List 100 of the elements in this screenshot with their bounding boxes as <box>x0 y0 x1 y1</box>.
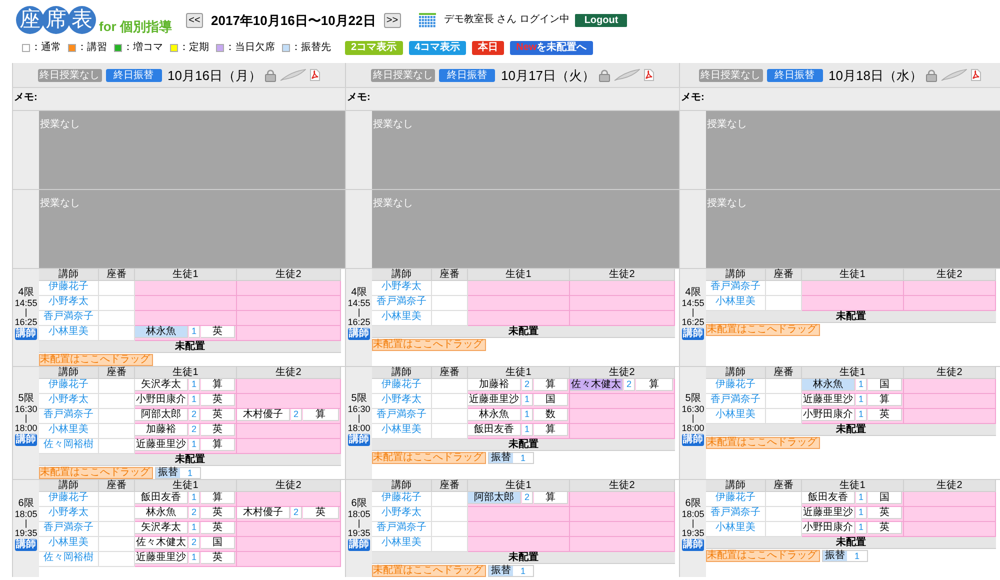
no-class-all-day-button[interactable]: 終日授業なし <box>698 68 763 82</box>
no-class-all-day-button[interactable]: 終日授業なし <box>38 68 102 82</box>
time-separator: | <box>24 414 28 422</box>
transfer-chip[interactable]: 振替 1 <box>822 550 868 562</box>
student-name[interactable]: 林永魚 <box>468 409 521 421</box>
lock-icon[interactable] <box>926 68 938 82</box>
teacher-name-link[interactable]: 小林里美 <box>382 424 422 436</box>
teacher-button[interactable]: 講師 <box>15 328 37 340</box>
student-name[interactable]: 林永魚 <box>135 326 188 338</box>
student-name[interactable]: 矢沢孝太 <box>135 522 188 534</box>
teacher-name-link[interactable]: 佐々岡裕樹 <box>44 552 94 564</box>
pdf-icon[interactable] <box>644 69 654 81</box>
previous-week-button[interactable]: << <box>186 12 203 28</box>
teacher-name-link[interactable]: 小野孝太 <box>382 394 422 406</box>
teacher-name-link[interactable]: 香戸満奈子 <box>710 507 760 519</box>
student-name[interactable]: 飯田友香 <box>802 492 855 504</box>
teacher-button[interactable]: 講師 <box>682 539 704 551</box>
teacher-name-link[interactable]: 伊藤花子 <box>382 379 422 391</box>
teacher-name-link[interactable]: 小野孝太 <box>48 296 88 308</box>
teacher-name-link[interactable]: 小林里美 <box>382 537 422 549</box>
view-button[interactable]: Newを未配置へ <box>510 41 593 55</box>
all-day-transfer-button[interactable]: 終日振替 <box>766 68 823 82</box>
teacher-name-link[interactable]: 香戸満奈子 <box>376 296 426 308</box>
transfer-chip[interactable]: 振替 1 <box>488 565 534 577</box>
teacher-name-link[interactable]: 小林里美 <box>48 326 88 338</box>
teacher-name-link[interactable]: 小野孝太 <box>48 394 88 406</box>
student-name[interactable]: 小野田康介 <box>802 522 855 534</box>
teacher-button[interactable]: 講師 <box>15 539 37 551</box>
teacher-name-link[interactable]: 香戸満奈子 <box>44 311 94 323</box>
teacher-name-link[interactable]: 香戸満奈子 <box>44 522 94 534</box>
logout-button[interactable]: Logout <box>575 14 628 26</box>
teacher-name-link[interactable]: 香戸満奈子 <box>44 409 94 421</box>
student-name[interactable]: 矢沢孝太 <box>135 379 188 391</box>
teacher-name-link[interactable]: 伊藤花子 <box>716 379 756 391</box>
pdf-icon[interactable] <box>971 69 982 81</box>
teacher-name-link[interactable]: 伊藤花子 <box>48 281 88 293</box>
view-button[interactable]: 本日 <box>472 41 504 55</box>
teacher-name-link[interactable]: 小林里美 <box>382 311 422 323</box>
column-header: 講師 <box>372 480 432 492</box>
student-name[interactable]: 木村優子 <box>237 409 290 421</box>
teacher-name-link[interactable]: 小野孝太 <box>48 507 88 519</box>
teacher-button[interactable]: 講師 <box>348 434 370 446</box>
student-name[interactable]: 小野田康介 <box>802 409 855 421</box>
legend-label: ：定期 <box>179 42 209 54</box>
student-name[interactable]: 佐々木健太 <box>570 379 623 391</box>
teacher-name-link[interactable]: 伊藤花子 <box>716 492 756 504</box>
teacher-name-link[interactable]: 小林里美 <box>716 409 756 421</box>
student-name[interactable]: 近藤亜里沙 <box>802 394 855 406</box>
teacher-button[interactable]: 講師 <box>348 539 370 551</box>
student-name[interactable]: 加藤裕 <box>135 424 188 436</box>
student-name[interactable]: 阿部太郎 <box>468 492 521 504</box>
no-class-all-day-button[interactable]: 終日授業なし <box>371 68 436 82</box>
teacher-button[interactable]: 講師 <box>682 328 704 340</box>
teacher-name-link[interactable]: 佐々岡裕樹 <box>44 439 94 451</box>
teacher-button[interactable]: 講師 <box>348 328 370 340</box>
lesson-count: 1 <box>522 394 533 406</box>
teacher-name-link[interactable]: 小野孝太 <box>382 507 422 519</box>
lock-icon[interactable] <box>265 68 276 82</box>
teacher-name-link[interactable]: 伊藤花子 <box>48 492 88 504</box>
all-day-transfer-button[interactable]: 終日振替 <box>439 68 496 82</box>
teacher-name-link[interactable]: 小林里美 <box>716 522 756 534</box>
student-name[interactable]: 木村優子 <box>237 507 290 519</box>
column-header: 座番 <box>99 367 135 379</box>
student-name[interactable]: 飯田友香 <box>135 492 188 504</box>
student-name[interactable]: 林永魚 <box>135 507 188 519</box>
teacher-button[interactable]: 講師 <box>682 434 704 446</box>
end-time: 18:00 <box>682 422 704 432</box>
teacher-name-link[interactable]: 香戸満奈子 <box>710 394 760 406</box>
teacher-name-link[interactable]: 小野孝太 <box>382 281 422 293</box>
subject-label: 算 <box>201 492 235 504</box>
transfer-chip[interactable]: 振替 1 <box>155 467 201 479</box>
teacher-name-link[interactable]: 小林里美 <box>48 537 88 549</box>
drop-zone: 未配置はここへドラッグ <box>706 437 820 449</box>
all-day-transfer-button[interactable]: 終日振替 <box>106 68 162 82</box>
student-name[interactable]: 近藤亜里沙 <box>135 552 188 564</box>
view-button[interactable]: 4コマ表示 <box>408 41 466 55</box>
student-name[interactable]: 阿部太郎 <box>135 409 188 421</box>
student-name[interactable]: 佐々木健太 <box>135 537 188 549</box>
teacher-name-link[interactable]: 香戸満奈子 <box>710 281 760 293</box>
teacher-name-link[interactable]: 香戸満奈子 <box>376 409 426 421</box>
pdf-icon[interactable] <box>310 69 320 81</box>
student-name[interactable]: 近藤亜里沙 <box>468 394 521 406</box>
student-name[interactable]: 林永魚 <box>802 379 855 391</box>
teacher-name-link[interactable]: 伊藤花子 <box>48 379 88 391</box>
teacher-name-link[interactable]: 小林里美 <box>716 296 756 308</box>
teacher-name-link[interactable]: 伊藤花子 <box>382 492 422 504</box>
lock-icon[interactable] <box>598 68 610 82</box>
teacher-name-link[interactable]: 香戸満奈子 <box>376 522 426 534</box>
student-name[interactable]: 近藤亜里沙 <box>135 439 188 451</box>
calendar-icon[interactable] <box>418 12 436 28</box>
next-week-button[interactable]: >> <box>384 12 401 28</box>
student-name[interactable]: 加藤裕 <box>468 379 521 391</box>
teacher-name-link[interactable]: 小林里美 <box>48 424 88 436</box>
transfer-chip[interactable]: 振替 1 <box>488 452 534 464</box>
end-time: 16:25 <box>682 317 704 327</box>
lesson-count: 2 <box>624 379 635 391</box>
student-name[interactable]: 飯田友香 <box>468 424 521 436</box>
teacher-button[interactable]: 講師 <box>15 434 37 446</box>
student-name[interactable]: 小野田康介 <box>135 394 188 406</box>
student-name[interactable]: 近藤亜里沙 <box>802 507 855 519</box>
